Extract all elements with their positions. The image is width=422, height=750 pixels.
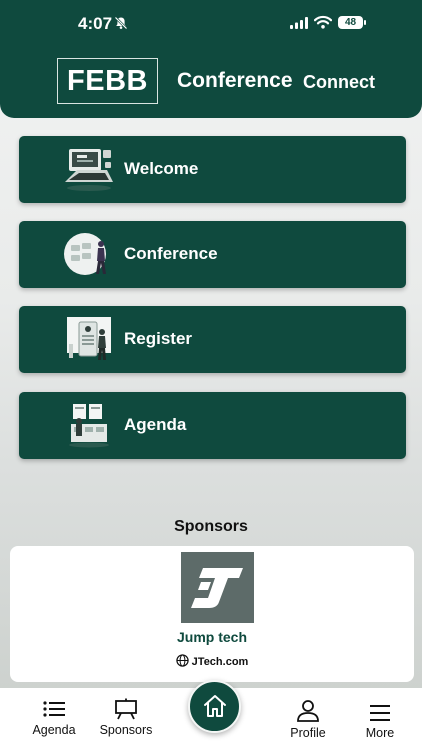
conference-illustration-icon	[64, 233, 106, 275]
status-bar: 4:07 48	[0, 0, 422, 46]
sponsor-card[interactable]: Jump tech JTech.com	[10, 546, 414, 682]
app-subtitle: Connect	[303, 72, 375, 92]
wifi-icon	[314, 15, 332, 29]
conference-label: Conference	[124, 244, 218, 263]
home-icon	[204, 695, 226, 717]
register-label: Register	[124, 329, 193, 348]
tab-agenda-label: Agenda	[32, 723, 76, 737]
sponsor-website: JTech.com	[191, 656, 249, 668]
welcome-label: Welcome	[124, 159, 199, 178]
tab-agenda[interactable]: Agenda	[14, 688, 94, 750]
agenda-illustration-icon	[69, 404, 109, 448]
sponsors-heading: Sponsors	[174, 518, 248, 535]
app-header: 4:07 48 FEBB Conference Connect	[0, 0, 422, 118]
agenda-label: Agenda	[124, 415, 187, 434]
register-illustration-icon	[67, 317, 111, 360]
battery-indicator: 48	[338, 16, 366, 29]
tab-sponsors-label: Sponsors	[99, 723, 153, 737]
sponsor-name: Jump tech	[176, 629, 247, 645]
conference-button[interactable]: Conference	[19, 221, 406, 288]
list-icon	[43, 701, 65, 717]
tab-more[interactable]: More	[340, 688, 420, 750]
tab-more-label: More	[365, 726, 395, 740]
easel-icon	[115, 698, 137, 720]
register-button[interactable]: Register	[19, 306, 406, 373]
hamburger-icon	[370, 705, 390, 721]
sponsor-website-link[interactable]: JTech.com	[10, 654, 414, 668]
signal-icon	[290, 17, 308, 29]
globe-icon	[175, 654, 189, 667]
jump-tech-logo	[181, 552, 254, 623]
status-time: 4:07	[78, 14, 113, 33]
welcome-illustration-icon	[65, 149, 113, 191]
welcome-button[interactable]: Welcome	[19, 136, 406, 203]
tab-sponsors[interactable]: Sponsors	[86, 688, 166, 750]
person-icon	[297, 700, 319, 722]
home-button[interactable]	[188, 680, 241, 733]
bell-muted-icon	[114, 16, 128, 30]
agenda-button[interactable]: Agenda	[19, 392, 406, 459]
tab-profile[interactable]: Profile	[268, 688, 348, 750]
febb-logo: FEBB	[57, 58, 158, 104]
tab-profile-label: Profile	[290, 726, 326, 740]
app-title: Conference	[177, 69, 293, 92]
